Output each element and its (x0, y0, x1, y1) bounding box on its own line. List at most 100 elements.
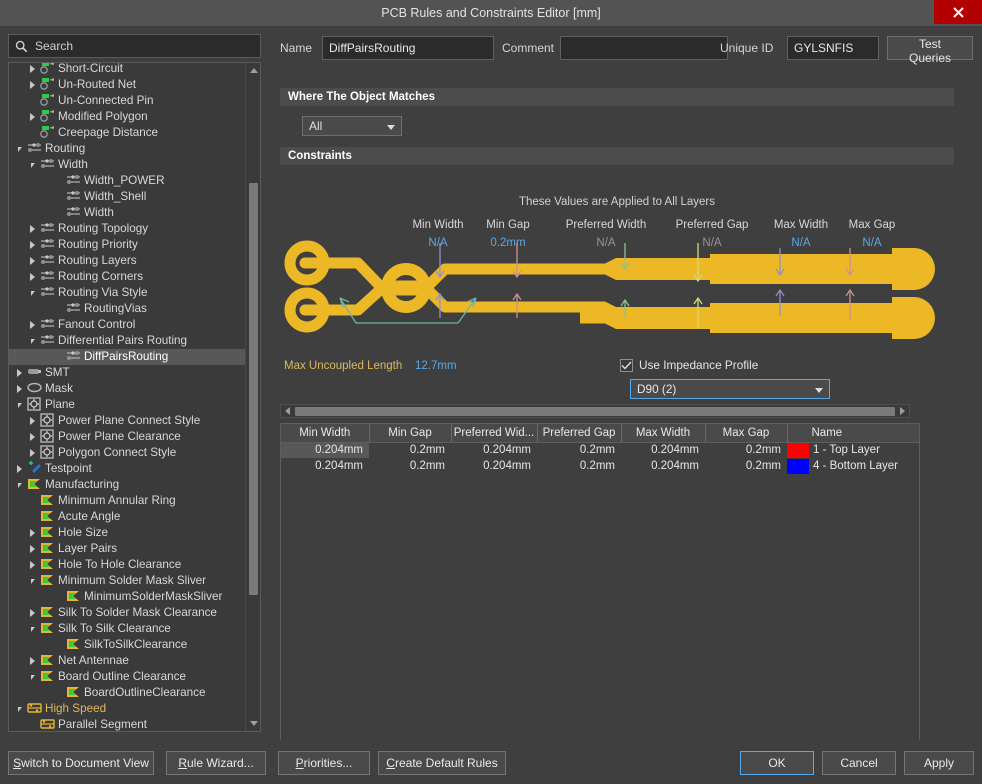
tree-item-routing-layers[interactable]: Routing Layers (9, 253, 245, 269)
collapse-arrow-icon[interactable] (26, 157, 39, 173)
scroll-up-arrow-icon[interactable] (246, 63, 261, 78)
cell-min-width[interactable]: 0.204mm (281, 442, 369, 458)
collapse-arrow-icon[interactable] (13, 701, 26, 717)
tree-item-board-outline-clearance[interactable]: Board Outline Clearance (9, 669, 245, 685)
tree-item-hole-size[interactable]: Hole Size (9, 525, 245, 541)
tree-item-routing-corners[interactable]: Routing Corners (9, 269, 245, 285)
use-impedance-profile-checkbox[interactable]: Use Impedance Profile (620, 358, 758, 372)
col-max-width[interactable]: Max Width (621, 424, 705, 442)
tree-item-silktosilkclearance[interactable]: SilkToSilkClearance (9, 637, 245, 653)
tree-item-routing-priority[interactable]: Routing Priority (9, 237, 245, 253)
cell-max-gap[interactable]: 0.2mm (705, 442, 787, 458)
expand-arrow-icon[interactable] (26, 253, 39, 269)
cell-layer-name[interactable]: 4 - Bottom Layer (787, 458, 919, 474)
collapse-arrow-icon[interactable] (13, 477, 26, 493)
table-row[interactable]: 0.204mm0.2mm0.204mm0.2mm0.204mm0.2mm4 - … (281, 458, 919, 474)
expand-arrow-icon[interactable] (26, 269, 39, 285)
expand-arrow-icon[interactable] (26, 445, 39, 461)
expand-arrow-icon[interactable] (26, 557, 39, 573)
expand-arrow-icon[interactable] (26, 63, 39, 77)
tree-item-hole-to-hole-clearance[interactable]: Hole To Hole Clearance (9, 557, 245, 573)
expand-arrow-icon[interactable] (13, 381, 26, 397)
cell-max-width[interactable]: 0.204mm (621, 442, 705, 458)
cell-pref-width[interactable]: 0.204mm (451, 458, 537, 474)
tree-item-net-antennae[interactable]: Net Antennae (9, 653, 245, 669)
tree-item-parallel-segment[interactable]: Parallel Segment (9, 717, 245, 731)
expand-arrow-icon[interactable] (26, 653, 39, 669)
tree-item-minimum-solder-mask-sliver[interactable]: Minimum Solder Mask Sliver (9, 573, 245, 589)
test-queries-button[interactable]: Test Queries (887, 36, 973, 60)
expand-arrow-icon[interactable] (26, 109, 39, 125)
tree-item-un-connected-pin[interactable]: Un-Connected Pin (9, 93, 245, 109)
cell-pref-width[interactable]: 0.204mm (451, 442, 537, 458)
rule-name-field[interactable] (322, 36, 494, 60)
search-input[interactable]: Search (8, 34, 261, 58)
tree-item-fanout-control[interactable]: Fanout Control (9, 317, 245, 333)
expand-arrow-icon[interactable] (26, 605, 39, 621)
expand-arrow-icon[interactable] (26, 413, 39, 429)
expand-arrow-icon[interactable] (26, 221, 39, 237)
cell-min-width[interactable]: 0.204mm (281, 458, 369, 474)
tree-item-minimum-annular-ring[interactable]: Minimum Annular Ring (9, 493, 245, 509)
tree-item-width[interactable]: Width (9, 157, 245, 173)
collapse-arrow-icon[interactable] (13, 397, 26, 413)
expand-arrow-icon[interactable] (26, 525, 39, 541)
tree-vertical-scrollbar[interactable] (245, 63, 260, 731)
cell-min-gap[interactable]: 0.2mm (369, 458, 451, 474)
col-max-gap[interactable]: Max Gap (705, 424, 787, 442)
collapse-arrow-icon[interactable] (26, 621, 39, 637)
cell-layer-name[interactable]: 1 - Top Layer (787, 442, 919, 458)
tree-item-silk-to-silk-clearance[interactable]: Silk To Silk Clearance (9, 621, 245, 637)
scroll-down-arrow-icon[interactable] (246, 716, 261, 731)
tree-item-silk-to-solder-mask-clearance[interactable]: Silk To Solder Mask Clearance (9, 605, 245, 621)
scroll-right-arrow-icon[interactable] (896, 405, 909, 417)
cell-max-gap[interactable]: 0.2mm (705, 458, 787, 474)
tree-item-power-plane-clearance[interactable]: Power Plane Clearance (9, 429, 245, 445)
expand-arrow-icon[interactable] (26, 541, 39, 557)
scope-dropdown[interactable]: All (302, 116, 402, 136)
tree-item-routing[interactable]: Routing (9, 141, 245, 157)
switch-to-document-view-button[interactable]: Switch to Document View (8, 751, 154, 775)
impedance-profile-dropdown[interactable]: D90 (2) (630, 379, 830, 399)
collapse-arrow-icon[interactable] (26, 333, 39, 349)
expand-arrow-icon[interactable] (13, 461, 26, 477)
ok-button[interactable]: OK (740, 751, 814, 775)
tree-item-routingvias[interactable]: RoutingVias (9, 301, 245, 317)
tree-item-width[interactable]: Width (9, 205, 245, 221)
tree-item-width-power[interactable]: Width_POWER (9, 173, 245, 189)
col-name[interactable]: Name (787, 424, 919, 442)
expand-arrow-icon[interactable] (26, 317, 39, 333)
col-min-width[interactable]: Min Width (281, 424, 369, 442)
tree-item-power-plane-connect-style[interactable]: Power Plane Connect Style (9, 413, 245, 429)
col-preferred-width[interactable]: Preferred Wid... (451, 424, 537, 442)
create-default-rules-button[interactable]: Create Default Rules (378, 751, 506, 775)
tree-item-polygon-connect-style[interactable]: Polygon Connect Style (9, 445, 245, 461)
cell-min-gap[interactable]: 0.2mm (369, 442, 451, 458)
cell-max-width[interactable]: 0.204mm (621, 458, 705, 474)
tree-item-plane[interactable]: Plane (9, 397, 245, 413)
tree-item-width-shell[interactable]: Width_Shell (9, 189, 245, 205)
tree-item-routing-topology[interactable]: Routing Topology (9, 221, 245, 237)
tree-item-differential-pairs-routing[interactable]: Differential Pairs Routing (9, 333, 245, 349)
tree-item-layer-pairs[interactable]: Layer Pairs (9, 541, 245, 557)
max-uncoupled-length-value[interactable]: 12.7mm (415, 360, 457, 372)
priorities-button[interactable]: Priorities... (278, 751, 370, 775)
collapse-arrow-icon[interactable] (13, 141, 26, 157)
table-row[interactable]: 0.204mm0.2mm0.204mm0.2mm0.204mm0.2mm1 - … (281, 442, 919, 458)
rule-wizard-button[interactable]: Rule Wizard... (166, 751, 266, 775)
expand-arrow-icon[interactable] (26, 429, 39, 445)
tree-item-mask[interactable]: Mask (9, 381, 245, 397)
expand-arrow-icon[interactable] (13, 365, 26, 381)
expand-arrow-icon[interactable] (26, 77, 39, 93)
collapse-arrow-icon[interactable] (26, 669, 39, 685)
close-button[interactable] (934, 0, 982, 24)
tree-item-creepage-distance[interactable]: Creepage Distance (9, 125, 245, 141)
col-preferred-gap[interactable]: Preferred Gap (537, 424, 621, 442)
cancel-button[interactable]: Cancel (822, 751, 896, 775)
scroll-left-arrow-icon[interactable] (281, 405, 294, 417)
tree-scrollbar-thumb[interactable] (249, 183, 258, 595)
apply-button[interactable]: Apply (904, 751, 974, 775)
horizontal-scrollbar-thumb[interactable] (295, 407, 895, 416)
collapse-arrow-icon[interactable] (26, 573, 39, 589)
tree-item-routing-via-style[interactable]: Routing Via Style (9, 285, 245, 301)
